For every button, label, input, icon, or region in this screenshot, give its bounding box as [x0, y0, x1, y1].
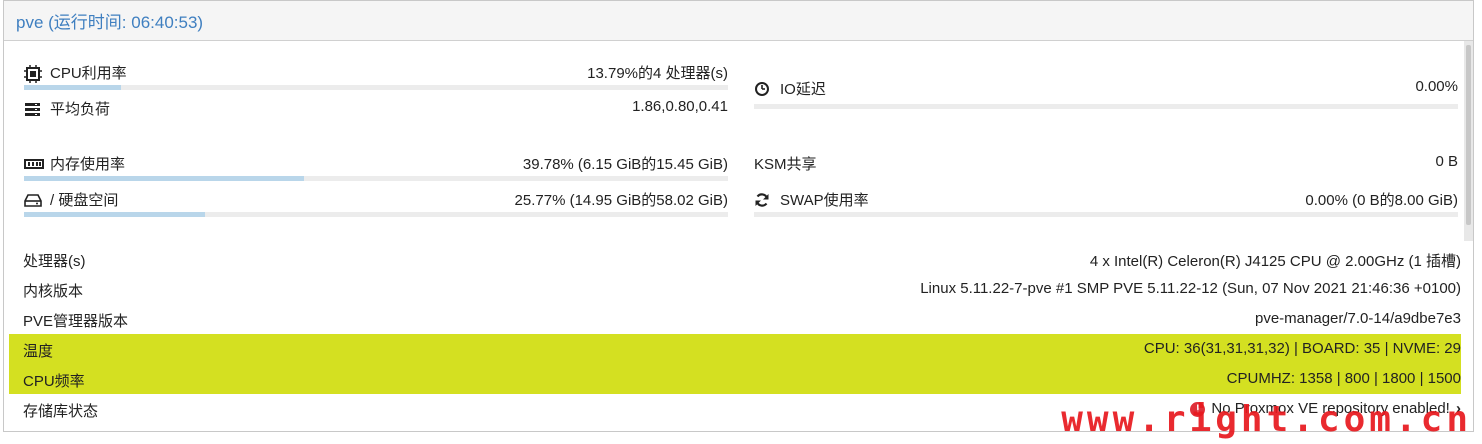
io-delay-value: 0.00%: [1415, 78, 1458, 95]
cpu-usage-bar-fill: [24, 85, 122, 90]
server-icon: [24, 101, 44, 117]
io-delay-label: IO延迟: [780, 81, 826, 98]
ksm-sharing-row: KSM共享 0 B: [754, 153, 1458, 173]
load-average-label: 平均负荷: [50, 101, 111, 118]
swap-usage-value: 0.00% (0 B的8.00 GiB): [1305, 192, 1458, 209]
info-row-cpus: 处理器(s) 4 x Intel(R) Celeron(R) J4125 CPU…: [9, 244, 1461, 274]
load-average-row: 平均负荷 1.86,0.80,0.41: [24, 98, 728, 118]
swap-usage-row: SWAP使用率 0.00% (0 B的8.00 GiB): [754, 189, 1458, 209]
cpu-usage-bar: [24, 85, 728, 90]
hdd-icon: [24, 192, 44, 208]
scrollbar-thumb[interactable]: [1466, 45, 1471, 225]
disk-space-value: 25.77% (14.95 GiB的58.02 GiB): [514, 192, 728, 209]
memory-usage-bar: [24, 176, 728, 181]
watermark: www.right.com.cn: [1061, 399, 1472, 440]
disk-space-bar-fill: [24, 212, 206, 217]
temperature-value: CPU: 36(31,31,31,32) | BOARD: 35 | NVME:…: [1143, 340, 1461, 357]
swap-usage-bar: [754, 212, 1458, 217]
cpu-frequency-label: CPU频率: [23, 373, 85, 390]
pve-version-label: PVE管理器版本: [23, 313, 129, 330]
refresh-icon: [754, 192, 774, 208]
kernel-value: Linux 5.11.22-7-pve #1 SMP PVE 5.11.22-1…: [920, 280, 1461, 297]
ksm-sharing-label: KSM共享: [754, 156, 817, 173]
swap-usage-label: SWAP使用率: [780, 192, 869, 209]
kernel-label: 内核版本: [23, 283, 84, 300]
load-average-value: 1.86,0.80,0.41: [632, 98, 728, 115]
io-delay-bar: [754, 104, 1458, 109]
info-row-cpu-frequency: CPU频率 CPUMHZ: 1358 | 800 | 1800 | 1500: [9, 364, 1461, 394]
memory-usage-bar-fill: [24, 176, 305, 181]
memory-usage-row: 内存使用率 39.78% (6.15 GiB的15.45 GiB): [24, 153, 728, 173]
memory-usage-label: 内存使用率: [50, 156, 126, 173]
cpus-value: 4 x Intel(R) Celeron(R) J4125 CPU @ 2.00…: [1089, 253, 1461, 270]
disk-space-label: / 硬盘空间: [50, 192, 119, 209]
cpu-icon: [24, 64, 44, 83]
memory-icon: [24, 156, 44, 172]
info-row-pve-version: PVE管理器版本 pve-manager/7.0-14/a9dbe7e3: [9, 304, 1461, 334]
cpus-label: 处理器(s): [23, 253, 86, 270]
panel-header: pve (运行时间: 06:40:53): [4, 1, 1473, 41]
node-summary-panel: pve (运行时间: 06:40:53) CPU利用率 13.79%的4 处理器…: [3, 0, 1474, 432]
cpu-frequency-value: CPUMHZ: 1358 | 800 | 1800 | 1500: [1226, 370, 1461, 387]
info-row-kernel: 内核版本 Linux 5.11.22-7-pve #1 SMP PVE 5.11…: [9, 274, 1461, 304]
vertical-scrollbar[interactable]: [1464, 41, 1473, 241]
cpu-usage-label: CPU利用率: [50, 65, 127, 82]
cpu-usage-value: 13.79%的4 处理器(s): [587, 65, 728, 82]
repository-status-label: 存储库状态: [23, 403, 99, 420]
cpu-usage-row: CPU利用率 13.79%的4 处理器(s): [24, 62, 728, 83]
disk-space-row: / 硬盘空间 25.77% (14.95 GiB的58.02 GiB): [24, 189, 728, 209]
temperature-label: 温度: [23, 343, 54, 360]
disk-space-bar: [24, 212, 728, 217]
info-row-temperature: 温度 CPU: 36(31,31,31,32) | BOARD: 35 | NV…: [9, 334, 1461, 364]
io-delay-row: IO延迟 0.00%: [754, 78, 1458, 98]
clock-icon: [754, 81, 774, 97]
ksm-sharing-value: 0 B: [1435, 153, 1458, 170]
memory-usage-value: 39.78% (6.15 GiB的15.45 GiB): [522, 156, 728, 173]
pve-version-value: pve-manager/7.0-14/a9dbe7e3: [1255, 310, 1461, 327]
page-title: pve (运行时间: 06:40:53): [16, 13, 204, 32]
